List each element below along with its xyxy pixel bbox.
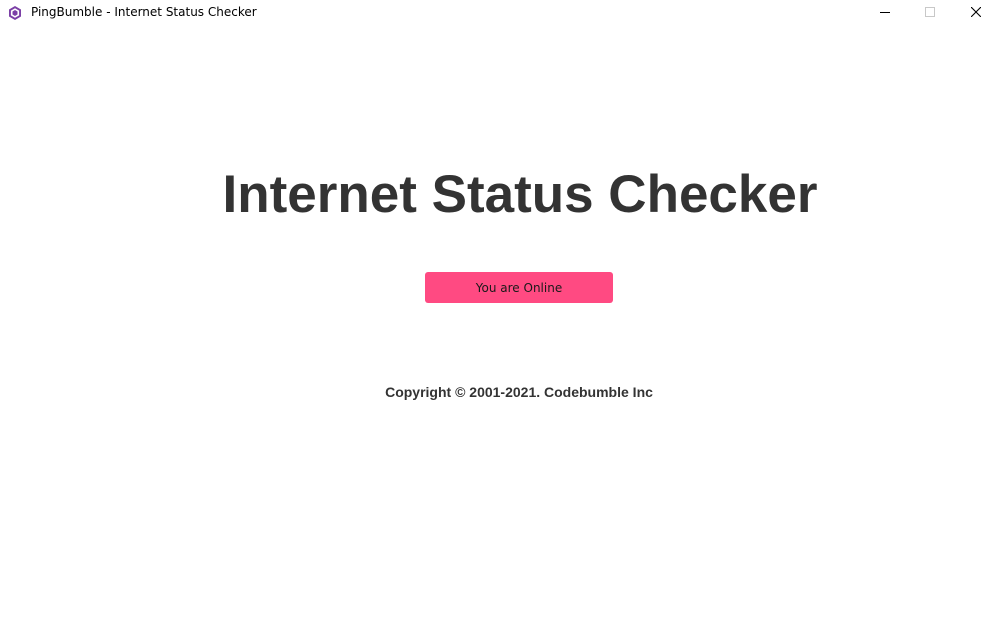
minimize-icon xyxy=(880,12,890,13)
maximize-button[interactable] xyxy=(907,0,953,26)
window-titlebar: PingBumble - Internet Status Checker xyxy=(0,0,998,26)
close-icon xyxy=(971,7,981,17)
minimize-button[interactable] xyxy=(862,0,908,26)
copyright-text: Copyright © 2001-2021. Codebumble Inc xyxy=(385,384,653,400)
maximize-icon xyxy=(925,7,935,17)
page-title: Internet Status Checker xyxy=(222,164,818,224)
hexagon-logo-icon xyxy=(7,5,23,21)
close-button[interactable] xyxy=(953,0,998,26)
window-title: PingBumble - Internet Status Checker xyxy=(31,5,257,19)
online-status-button[interactable]: You are Online xyxy=(425,272,613,303)
